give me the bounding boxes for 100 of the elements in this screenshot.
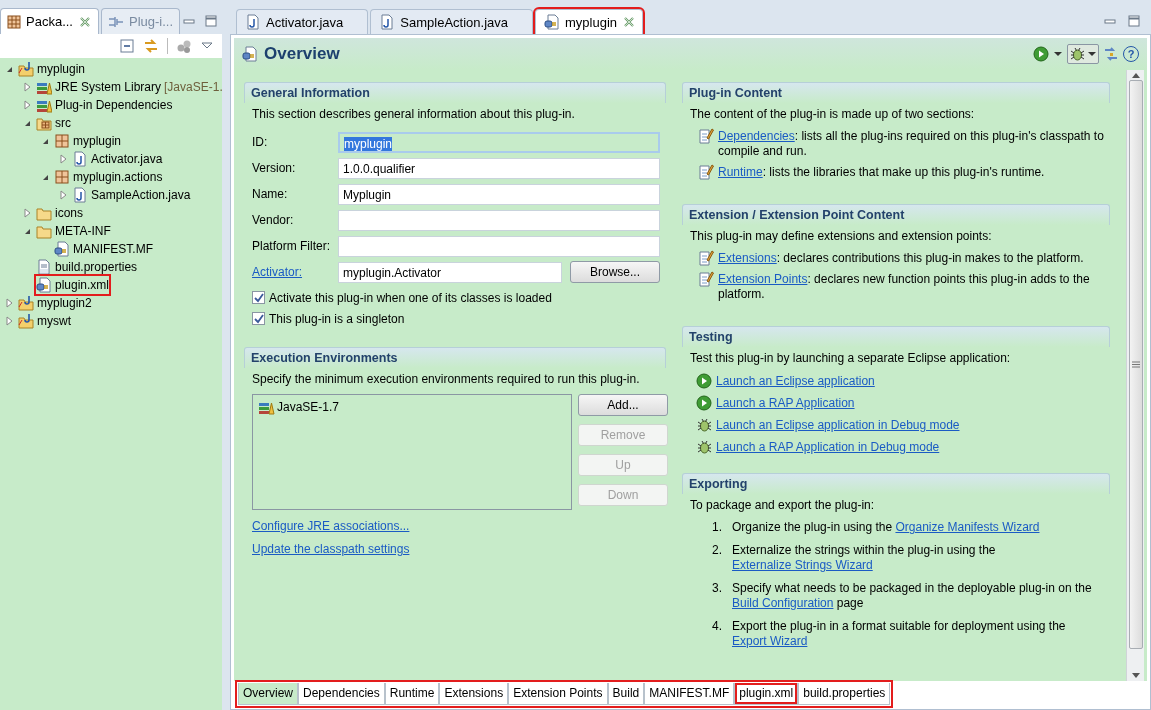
run-icon (1033, 46, 1049, 62)
editor-tab[interactable]: Activator.java (236, 9, 369, 34)
description-text: Runtime: lists the libraries that make up this plug-in's runtime. (718, 165, 1045, 180)
step-number: 2. (712, 543, 722, 559)
page-tab[interactable]: build.properties (798, 683, 891, 705)
close-icon (622, 15, 637, 29)
wizard-link[interactable]: Build Configuration (732, 596, 834, 610)
settings-link[interactable]: Configure JRE associations... (252, 519, 410, 533)
library-version-text: [JavaSE-1. (164, 80, 223, 94)
java-file-icon (245, 14, 261, 30)
launch-link[interactable]: Launch a RAP Application (716, 396, 855, 410)
tree-item[interactable]: JRE System Library [JavaSE-1. (20, 78, 223, 96)
view-tab[interactable]: Packa... (0, 8, 99, 34)
edit-page-icon (698, 271, 714, 287)
text-field[interactable]: Myplugin (338, 183, 660, 205)
scrollbar[interactable] (1126, 70, 1144, 681)
edit-page-icon (698, 250, 714, 266)
editor-tab[interactable]: SampleAction.java (370, 9, 533, 34)
scroll-up-arrow-icon[interactable] (1131, 72, 1140, 78)
tree-item[interactable]: Plug-in Dependencies (20, 96, 173, 114)
launch-link[interactable]: Launch a RAP Application in Debug mode (716, 440, 940, 454)
java-file-icon (72, 151, 88, 167)
checkbox[interactable] (252, 291, 265, 304)
page-tab[interactable]: Overview (238, 683, 298, 705)
page-tab[interactable]: plugin.xml (734, 683, 799, 705)
bug-icon (696, 417, 712, 433)
link-arrows-icon (143, 38, 159, 54)
section-description: The content of the plug-in is made up of two sections: (690, 107, 976, 121)
tree-item[interactable]: myplugin (38, 132, 122, 150)
project-folder-icon (18, 61, 34, 77)
page-link[interactable]: Runtime (718, 165, 763, 179)
tree-item[interactable]: MANIFEST.MF (54, 240, 153, 258)
page-tab[interactable]: MANIFEST.MF (644, 683, 735, 705)
text-field[interactable] (338, 209, 660, 231)
launch-link[interactable]: Launch an Eclipse application in Debug mode (716, 418, 960, 432)
folder-icon (36, 223, 52, 239)
close-icon (77, 14, 92, 29)
package-grid-icon (7, 13, 21, 30)
wizard-link[interactable]: Export Wizard (732, 634, 808, 648)
text-field[interactable]: 1.0.0.qualifier (338, 157, 660, 179)
list-item-text: JavaSE-1.7 (277, 400, 340, 414)
page-tab[interactable]: Dependencies (298, 683, 385, 705)
form-title: Overview (264, 44, 340, 64)
properties-file-icon (36, 259, 52, 275)
section-description: Specify the minimum execution environments required to run this plug-in. (252, 372, 641, 386)
debug-dropdown-button[interactable] (1067, 44, 1099, 64)
bug-icon (1069, 46, 1085, 62)
text-field[interactable] (338, 235, 660, 257)
source-folder-icon (36, 115, 52, 131)
tree-item[interactable]: myswt (2, 312, 71, 330)
scroll-down-arrow-icon[interactable] (1131, 673, 1140, 679)
section-description: Test this plug-in by launching a separate Eclipse application: (690, 351, 1012, 365)
run-icon (696, 373, 712, 389)
page-tab[interactable]: Extensions (439, 683, 509, 705)
tree-item[interactable]: myplugin (2, 60, 86, 78)
settings-link[interactable]: Update the classpath settings (252, 542, 410, 556)
activator-link[interactable]: Activator: (252, 265, 338, 279)
maximize-icon (1127, 14, 1141, 28)
page-tab[interactable]: Build (607, 683, 645, 705)
plugin-file-icon (544, 14, 560, 30)
wizard-link[interactable]: Externalize Strings Wizard (732, 558, 873, 572)
tree-item[interactable]: Activator.java (56, 150, 163, 168)
tree-item[interactable]: build.properties (36, 258, 138, 276)
page-link[interactable]: Extensions (718, 251, 777, 265)
tree-item[interactable]: myplugin.actions (38, 168, 163, 186)
browse-button[interactable]: Browse... (570, 261, 660, 283)
section-title: Plug-in Content (682, 82, 1110, 103)
field-label: Vendor: (252, 213, 295, 227)
page-tab[interactable]: Extension Points (508, 683, 608, 705)
tree-item[interactable]: META-INF (20, 222, 111, 240)
bug-icon (696, 439, 712, 455)
package-icon (54, 169, 70, 185)
step-number: 4. (712, 619, 722, 635)
launch-link[interactable]: Launch an Eclipse application (716, 374, 875, 388)
section-description: This section describes general information about this plug-in. (252, 107, 576, 121)
step-number: 3. (712, 581, 722, 597)
edit-page-icon (698, 128, 714, 144)
tree-item[interactable]: SampleAction.java (56, 186, 191, 204)
collapse-all-icon (119, 38, 135, 54)
page-tab[interactable]: Runtime (384, 683, 440, 705)
description-text: Dependencies: lists all the plug-ins required on this plug-in's classpath to compile and run. (718, 129, 1104, 159)
checkbox[interactable] (252, 312, 265, 325)
editor-tab[interactable]: myplugin (535, 9, 644, 34)
page-link[interactable]: Dependencies (718, 129, 795, 143)
list-action-button[interactable]: Add... (578, 394, 668, 416)
section-description: To package and export the plug-in: (690, 498, 876, 512)
tree-item[interactable]: plugin.xml (36, 276, 110, 294)
field-label: Name: (252, 187, 289, 201)
tree-item[interactable]: myplugin2 (2, 294, 92, 312)
environment-list[interactable]: JavaSE-1.7 (252, 394, 572, 510)
tree-item[interactable]: src (20, 114, 71, 132)
tree-item[interactable]: icons (20, 204, 83, 222)
section-title: General Information (244, 82, 666, 103)
text-field[interactable]: myplugin.Activator (338, 261, 562, 283)
wizard-link[interactable]: Organize Manifests Wizard (895, 520, 1040, 534)
text-field[interactable]: myplugin (338, 131, 660, 153)
dropdown-caret-icon (1053, 49, 1063, 59)
description-text: Specify what needs to be packaged in the deployable plug-in on the Build Configuration page (732, 581, 1093, 611)
project-folder-icon (18, 295, 34, 311)
checkbox-label: Activate this plug-in when one of its classes is loaded (269, 290, 552, 305)
